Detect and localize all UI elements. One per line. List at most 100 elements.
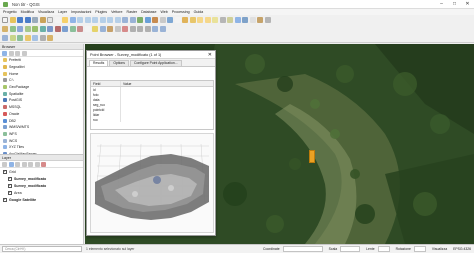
copy-features-icon[interactable] bbox=[137, 26, 143, 32]
save-edits-icon[interactable] bbox=[99, 26, 106, 32]
browser-item-home[interactable]: Home bbox=[0, 70, 83, 77]
layer-visibility-checkbox[interactable]: ✓ bbox=[8, 176, 12, 181]
save-as-icon[interactable] bbox=[24, 17, 31, 23]
column-header-field[interactable]: Field bbox=[91, 81, 121, 86]
text-annotation-icon[interactable] bbox=[257, 17, 263, 23]
column-header-value[interactable]: Value bbox=[121, 81, 213, 86]
browser-item-drive[interactable]: C:\ bbox=[0, 77, 83, 84]
crs-button[interactable]: EPSG:4326 bbox=[453, 247, 471, 251]
locator-search-input[interactable]: Cerca (Ctrl+K) bbox=[2, 246, 82, 252]
new-map-view-icon[interactable] bbox=[137, 17, 143, 23]
layer-item-google-satellite[interactable]: ✓ Google Satellite bbox=[0, 196, 83, 203]
print-layout-icon[interactable] bbox=[32, 17, 38, 23]
select-features-icon[interactable] bbox=[197, 17, 203, 23]
menu-database[interactable]: Database bbox=[141, 10, 156, 14]
zoom-next-icon[interactable] bbox=[129, 17, 136, 23]
zoom-selection-icon[interactable] bbox=[99, 17, 106, 23]
close-icon[interactable]: ✕ bbox=[208, 52, 212, 58]
menu-raster[interactable]: Raster bbox=[126, 10, 137, 14]
layer-visibility-checkbox[interactable]: ✓ bbox=[3, 169, 7, 174]
tab-configure[interactable]: Configure Point Application... bbox=[130, 59, 182, 66]
measure-icon[interactable] bbox=[264, 17, 271, 23]
render-label[interactable]: Visualizza bbox=[432, 247, 447, 251]
maximize-button[interactable]: □ bbox=[448, 0, 461, 8]
toggle-editing-icon[interactable] bbox=[92, 26, 98, 32]
zoom-full-icon[interactable] bbox=[92, 17, 98, 23]
browser-item-preferiti[interactable]: Preferiti bbox=[0, 57, 83, 64]
add-vector-layer-icon[interactable] bbox=[9, 26, 16, 32]
identify-icon[interactable] bbox=[182, 17, 188, 23]
add-wms-icon[interactable] bbox=[62, 26, 68, 32]
browser-item-postgis[interactable]: PostGIS bbox=[0, 97, 83, 104]
tab-results[interactable]: Results bbox=[89, 59, 109, 66]
menu-plugins[interactable]: Plugins bbox=[95, 10, 107, 14]
collapse-all-icon[interactable] bbox=[34, 161, 40, 167]
open-folder-icon[interactable] bbox=[9, 17, 16, 23]
rotation-field[interactable] bbox=[413, 246, 426, 252]
toolbox-icon[interactable] bbox=[242, 17, 248, 23]
add-spatialite-icon[interactable] bbox=[39, 26, 46, 32]
layer-item-survey-2[interactable]: ✓ Survey_modificato bbox=[0, 182, 83, 189]
browser-item-wfs[interactable]: WFS bbox=[0, 131, 83, 138]
bookmark-icon[interactable] bbox=[152, 17, 158, 23]
change-label-icon[interactable] bbox=[47, 35, 53, 41]
browser-item-spatialite[interactable]: Spatialite bbox=[0, 90, 83, 97]
data-source-manager-icon[interactable] bbox=[2, 26, 8, 32]
cut-features-icon[interactable] bbox=[129, 26, 136, 32]
zoom-in-icon[interactable] bbox=[77, 17, 83, 23]
close-button[interactable]: ✕ bbox=[461, 0, 474, 8]
paste-features-icon[interactable] bbox=[144, 26, 151, 32]
style-manager-icon[interactable] bbox=[47, 17, 53, 23]
new-project-icon[interactable] bbox=[2, 17, 8, 23]
label-tool-icon[interactable] bbox=[2, 35, 8, 41]
magnifier-field[interactable] bbox=[377, 246, 390, 252]
browser-item-oracle[interactable]: Oracle bbox=[0, 111, 83, 118]
browser-item-wcs[interactable]: WCS bbox=[0, 137, 83, 144]
browser-item-db2[interactable]: DB2 bbox=[0, 117, 83, 124]
layer-visibility-checkbox[interactable]: ✓ bbox=[8, 183, 12, 188]
scale-field[interactable] bbox=[340, 246, 361, 252]
add-postgis-icon[interactable] bbox=[47, 26, 53, 32]
redo-icon[interactable] bbox=[159, 26, 166, 32]
add-wfs-icon[interactable] bbox=[69, 26, 76, 32]
layout-manager-icon[interactable] bbox=[39, 17, 46, 23]
show-bookmarks-icon[interactable] bbox=[159, 17, 166, 23]
menu-visualizza[interactable]: Visualizza bbox=[38, 10, 54, 14]
save-icon[interactable] bbox=[17, 17, 23, 23]
layer-labeling-icon[interactable] bbox=[9, 35, 16, 41]
attribute-table-icon[interactable] bbox=[219, 17, 226, 23]
collapse-all-icon[interactable] bbox=[15, 50, 20, 56]
move-label-icon[interactable] bbox=[32, 35, 38, 41]
add-oracle-icon[interactable] bbox=[54, 26, 61, 32]
browser-item-geopackage[interactable]: GeoPackage bbox=[0, 84, 83, 91]
expand-all-icon[interactable] bbox=[28, 161, 33, 167]
layer-visibility-checkbox[interactable]: ✓ bbox=[8, 190, 12, 195]
map-tips-icon[interactable] bbox=[249, 17, 256, 23]
remove-layer-icon[interactable] bbox=[41, 161, 46, 167]
manage-visibility-icon[interactable] bbox=[15, 161, 20, 167]
filter-legend-icon[interactable] bbox=[21, 161, 27, 167]
menu-processing[interactable]: Processing bbox=[172, 10, 190, 14]
refresh-icon[interactable] bbox=[2, 50, 7, 56]
add-raster-layer-icon[interactable] bbox=[17, 26, 23, 32]
add-csv-layer-icon[interactable] bbox=[32, 26, 38, 32]
tab-options[interactable]: Options bbox=[109, 59, 129, 66]
menu-vettore[interactable]: Vettore bbox=[111, 10, 122, 14]
vertex-tool-icon[interactable] bbox=[114, 26, 121, 32]
minimize-button[interactable]: – bbox=[435, 0, 448, 8]
statistics-icon[interactable] bbox=[234, 17, 241, 23]
pan-to-selection-icon[interactable] bbox=[69, 17, 76, 23]
select-value-icon[interactable] bbox=[204, 17, 211, 23]
rotate-label-icon[interactable] bbox=[39, 35, 46, 41]
deselect-icon[interactable] bbox=[212, 17, 218, 23]
menu-impostazioni[interactable]: Impostazioni bbox=[71, 10, 91, 14]
zoom-layer-icon[interactable] bbox=[107, 17, 113, 23]
filter-icon[interactable] bbox=[8, 50, 14, 56]
zoom-last-icon[interactable] bbox=[122, 17, 128, 23]
refresh-icon[interactable] bbox=[167, 17, 173, 23]
browser-item-xyz[interactable]: XYZ Tiles bbox=[0, 144, 83, 151]
layer-visibility-checkbox[interactable]: ✓ bbox=[3, 197, 7, 202]
selected-feature-polygon[interactable] bbox=[309, 150, 315, 163]
add-group-icon[interactable] bbox=[8, 161, 14, 167]
menu-modifica[interactable]: Modifica bbox=[21, 10, 34, 14]
